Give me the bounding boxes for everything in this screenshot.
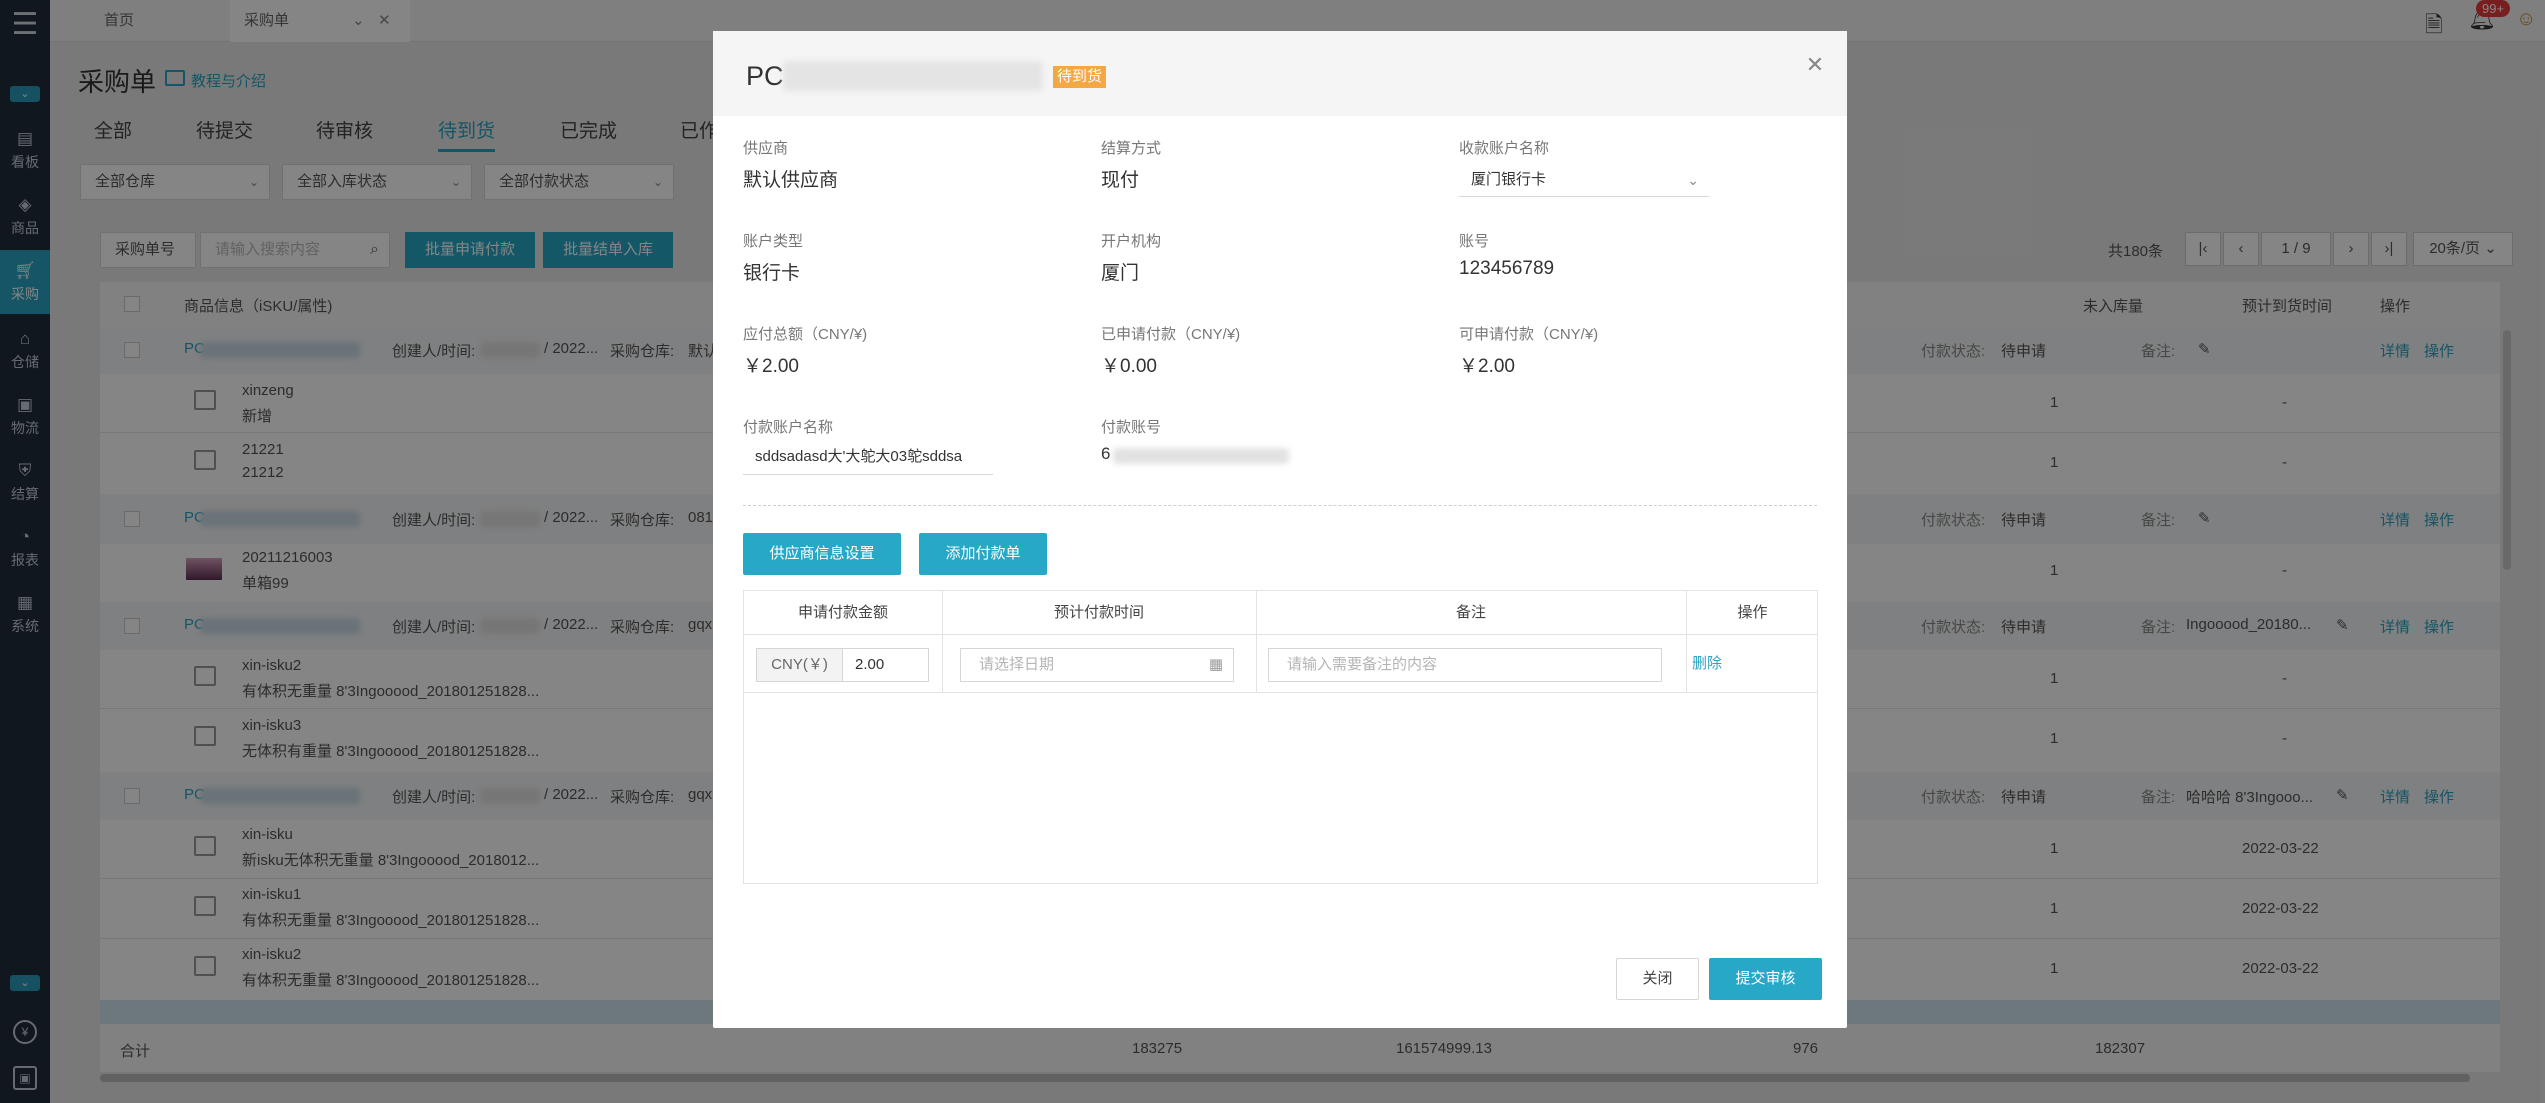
receiver-account-select[interactable]: 厦门银行卡 ⌄	[1459, 165, 1709, 197]
close-icon[interactable]: ✕	[1803, 53, 1827, 77]
payable-label: 应付总额（CNY/¥)	[743, 326, 868, 343]
available-label: 可申请付款（CNY/¥)	[1459, 326, 1599, 343]
payment-table-header: 申请付款金额 预计付款时间 备注 操作	[744, 591, 1817, 635]
pay-account-value: sddsadasd大'大鸵大03鸵sddsa	[755, 448, 963, 465]
note-input[interactable]: 请输入需要备注的内容	[1268, 648, 1662, 682]
account-type-label: 账户类型	[743, 233, 804, 250]
supplier-label: 供应商	[743, 140, 789, 157]
note-placeholder: 请输入需要备注的内容	[1287, 656, 1438, 673]
dialog-header: PC 待到货 ✕	[713, 31, 1847, 116]
blurred-order-number	[783, 61, 1043, 91]
date-placeholder: 请选择日期	[979, 656, 1055, 673]
account-no-value: 123456789	[1459, 258, 1555, 279]
add-payment-button[interactable]: 添加付款单	[919, 533, 1047, 575]
pay-account-label: 付款账户名称	[743, 419, 834, 436]
payable-value: ￥2.00	[743, 356, 799, 377]
calendar-icon[interactable]: ▦	[1209, 649, 1223, 681]
close-button[interactable]: 关闭	[1616, 958, 1699, 1000]
col-expected-date: 预计付款时间	[1053, 604, 1144, 621]
chevron-down-icon: ⌄	[1687, 172, 1699, 188]
settlement-value: 现付	[1101, 170, 1140, 191]
table-row: CNY(￥) 2.00 请选择日期 ▦ 请输入需要备注的内容 删除	[744, 635, 1817, 693]
currency-prefix: CNY(￥)	[757, 649, 843, 681]
available-value: ￥2.00	[1459, 356, 1515, 377]
receiver-account-label: 收款账户名称	[1459, 140, 1550, 157]
bank-label: 开户机构	[1101, 233, 1162, 250]
payment-request-dialog: PC 待到货 ✕ 供应商 默认供应商 结算方式 现付 收款账户名称 厦门银行卡 …	[713, 31, 1847, 1028]
pay-account-no-prefix: 6	[1101, 444, 1111, 463]
settlement-label: 结算方式	[1101, 140, 1162, 157]
col-note: 备注	[1455, 604, 1486, 621]
delete-link[interactable]: 删除	[1692, 635, 1722, 693]
blurred-pay-account-no	[1113, 448, 1289, 464]
submit-review-button[interactable]: 提交审核	[1709, 958, 1822, 1000]
amount-input[interactable]: 2.00	[855, 649, 884, 681]
section-divider	[743, 505, 1817, 506]
col-amount: 申请付款金额	[797, 604, 888, 621]
col-operation: 操作	[1737, 604, 1768, 621]
receiver-account-value: 厦门银行卡	[1471, 171, 1547, 188]
bank-value: 厦门	[1101, 263, 1140, 284]
payment-table: 申请付款金额 预计付款时间 备注 操作 CNY(￥) 2.00 请选择日期 ▦ …	[743, 590, 1818, 884]
account-no-label: 账号	[1459, 233, 1490, 250]
applied-value: ￥0.00	[1101, 356, 1157, 377]
pay-account-no-label: 付款账号	[1101, 419, 1162, 436]
applied-label: 已申请付款（CNY/¥)	[1101, 326, 1241, 343]
account-type-value: 银行卡	[743, 263, 801, 284]
supplier-settings-button[interactable]: 供应商信息设置	[743, 533, 901, 575]
pay-account-select[interactable]: sddsadasd大'大鸵大03鸵sddsa	[743, 441, 993, 475]
supplier-value: 默认供应商	[743, 170, 839, 191]
status-badge: 待到货	[1053, 66, 1107, 88]
date-picker-input[interactable]: 请选择日期 ▦	[960, 648, 1234, 682]
amount-input-group[interactable]: CNY(￥) 2.00	[756, 648, 929, 682]
dialog-title: PC	[746, 61, 784, 91]
